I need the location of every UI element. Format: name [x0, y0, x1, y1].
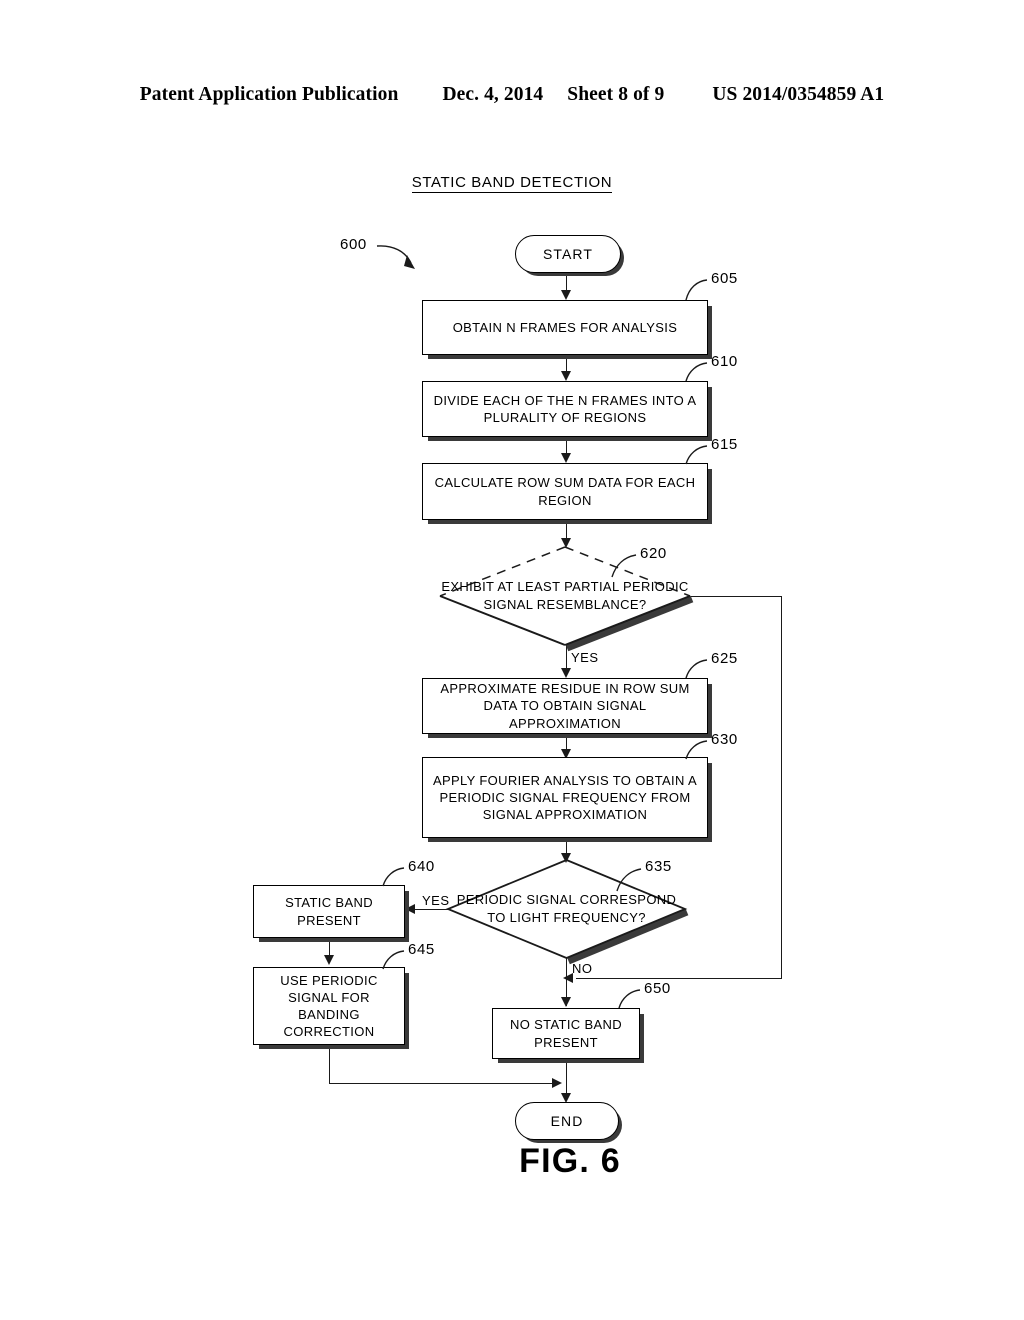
process-box-610: DIVIDE EACH OF THE N FRAMES INTO A PLURA… — [422, 381, 708, 437]
leader-line-620 — [611, 554, 637, 578]
connector-620-no-horizontal — [690, 596, 782, 597]
end-label: END — [550, 1112, 584, 1129]
process-box-650: NO STATIC BAND PRESENT — [492, 1008, 640, 1059]
process-605-label: OBTAIN N FRAMES FOR ANALYSIS — [452, 319, 678, 335]
leader-line-650 — [618, 989, 641, 1009]
reference-numeral-620: 620 — [640, 545, 667, 562]
leader-line-645 — [382, 950, 405, 970]
connector-620-no-vertical — [781, 596, 782, 978]
publication-date: Dec. 4, 2014 — [442, 84, 544, 105]
process-box-605: OBTAIN N FRAMES FOR ANALYSIS — [422, 300, 708, 355]
process-box-645: USE PERIODIC SIGNAL FOR BANDING CORRECTI… — [253, 967, 405, 1045]
branch-label-yes-620: YES — [571, 650, 599, 665]
arrowhead-610-to-615 — [561, 453, 571, 463]
arrowhead-640-to-645 — [324, 955, 334, 965]
connector-635-yes-to-640 — [414, 909, 450, 910]
leader-arrow-600 — [376, 245, 415, 269]
process-640-label: STATIC BAND PRESENT — [285, 895, 373, 928]
reference-numeral-635: 635 — [645, 858, 672, 875]
connector-645-down — [329, 1045, 330, 1084]
publication-label: Patent Application Publication — [139, 84, 399, 105]
process-645-label: USE PERIODIC SIGNAL FOR BANDING CORRECTI… — [280, 972, 378, 1040]
start-terminator: START — [515, 235, 621, 273]
process-630-label: APPLY FOURIER ANALYSIS TO OBTAIN A PERIO… — [432, 772, 698, 823]
patent-number: US 2014/0354859 A1 — [712, 84, 885, 105]
patent-header: Patent Application Publication Dec. 4, 2… — [0, 84, 1024, 112]
sheet-number: Sheet 8 of 9 — [567, 84, 665, 105]
figure-title-text: STATIC BAND DETECTION — [411, 174, 613, 193]
end-terminator: END — [515, 1102, 619, 1140]
reference-numeral-640: 640 — [408, 858, 435, 875]
reference-numeral-605: 605 — [711, 270, 738, 287]
figure-title: STATIC BAND DETECTION — [0, 174, 1024, 193]
reference-numeral-645: 645 — [408, 941, 435, 958]
reference-numeral-600: 600 — [340, 236, 367, 253]
arrowhead-620-yes — [561, 668, 571, 678]
process-625-label: APPROXIMATE RESIDUE IN ROW SUM DATA TO O… — [440, 681, 690, 731]
branch-label-yes-635: YES — [422, 893, 450, 908]
process-615-label: CALCULATE ROW SUM DATA FOR EACH REGION — [434, 475, 696, 508]
leader-line-635 — [616, 868, 642, 892]
figure-caption: FIG. 6 — [519, 1142, 621, 1180]
leader-line-640 — [382, 867, 405, 887]
branch-label-no-635: NO — [572, 961, 593, 976]
process-650-label: NO STATIC BAND PRESENT — [509, 1017, 623, 1050]
arrowhead-635-yes — [405, 904, 415, 914]
reference-numeral-610: 610 — [711, 353, 738, 370]
arrowhead-start-to-605 — [561, 290, 571, 300]
arrowhead-635-no — [561, 997, 571, 1007]
process-box-615: CALCULATE ROW SUM DATA FOR EACH REGION — [422, 463, 708, 520]
process-610-label: DIVIDE EACH OF THE N FRAMES INTO A PLURA… — [433, 392, 697, 425]
leader-line-630 — [685, 740, 708, 760]
patent-figure-page: Patent Application Publication Dec. 4, 2… — [0, 0, 1024, 1320]
leader-line-615 — [685, 445, 708, 465]
process-box-640: STATIC BAND PRESENT — [253, 885, 405, 938]
reference-numeral-625: 625 — [711, 650, 738, 667]
process-box-630: APPLY FOURIER ANALYSIS TO OBTAIN A PERIO… — [422, 757, 708, 838]
leader-line-605 — [685, 279, 708, 301]
leader-line-610 — [685, 362, 708, 382]
connector-620-no-return — [576, 978, 782, 979]
start-label: START — [542, 245, 594, 262]
reference-numeral-650: 650 — [644, 980, 671, 997]
reference-numeral-630: 630 — [711, 731, 738, 748]
arrowhead-605-to-610 — [561, 371, 571, 381]
reference-numeral-615: 615 — [711, 436, 738, 453]
arrowhead-645-to-end — [552, 1078, 562, 1088]
connector-645-to-end — [329, 1083, 557, 1084]
leader-line-625 — [685, 659, 708, 679]
process-box-625: APPROXIMATE RESIDUE IN ROW SUM DATA TO O… — [422, 678, 708, 734]
